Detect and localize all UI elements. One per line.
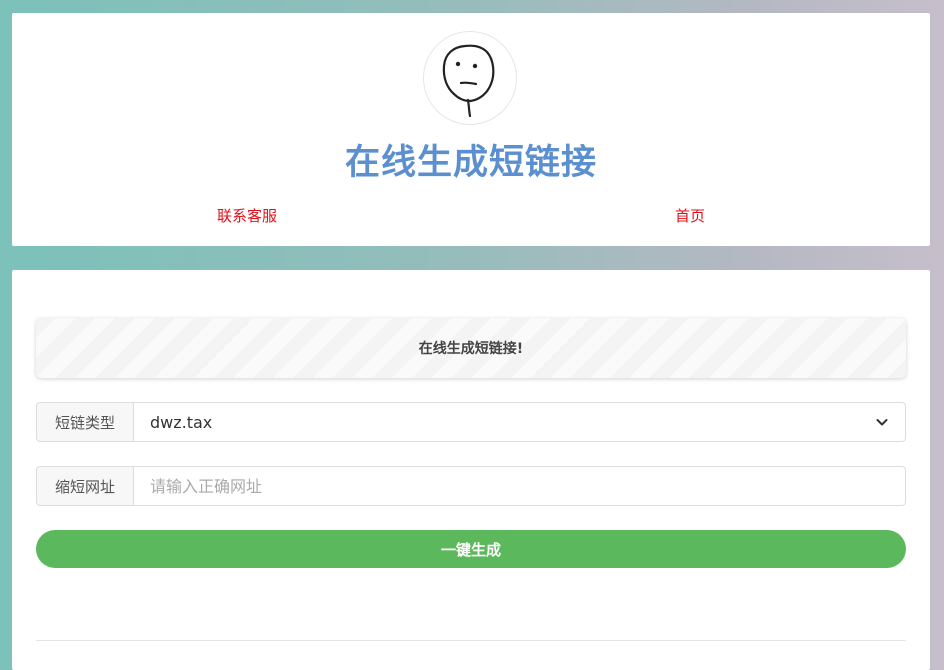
site-title: 在线生成短链接 — [344, 143, 597, 183]
avatar — [423, 31, 517, 125]
chevron-down-icon — [876, 419, 888, 426]
generate-button[interactable]: 一键生成 — [36, 530, 906, 568]
meme-face-icon — [442, 44, 495, 118]
nav-home[interactable]: 首页 — [675, 206, 705, 226]
short-link-type-group: 短链类型 dwz.tax — [36, 402, 906, 442]
notice-banner: 在线生成短链接! — [36, 318, 906, 378]
divider — [36, 640, 906, 641]
shorten-url-input[interactable] — [133, 466, 906, 506]
short-link-type-select[interactable]: dwz.tax — [133, 402, 906, 442]
header-card: 在线生成短链接 联系客服 首页 — [12, 13, 930, 246]
main-card: 在线生成短链接! 短链类型 dwz.tax 缩短网址 一键生成 — [12, 270, 930, 670]
short-link-type-value: dwz.tax — [150, 412, 213, 432]
shorten-url-group: 缩短网址 — [36, 466, 906, 506]
short-link-type-label: 短链类型 — [36, 402, 133, 442]
nav-contact-service[interactable]: 联系客服 — [217, 206, 277, 226]
shorten-url-label: 缩短网址 — [36, 466, 133, 506]
